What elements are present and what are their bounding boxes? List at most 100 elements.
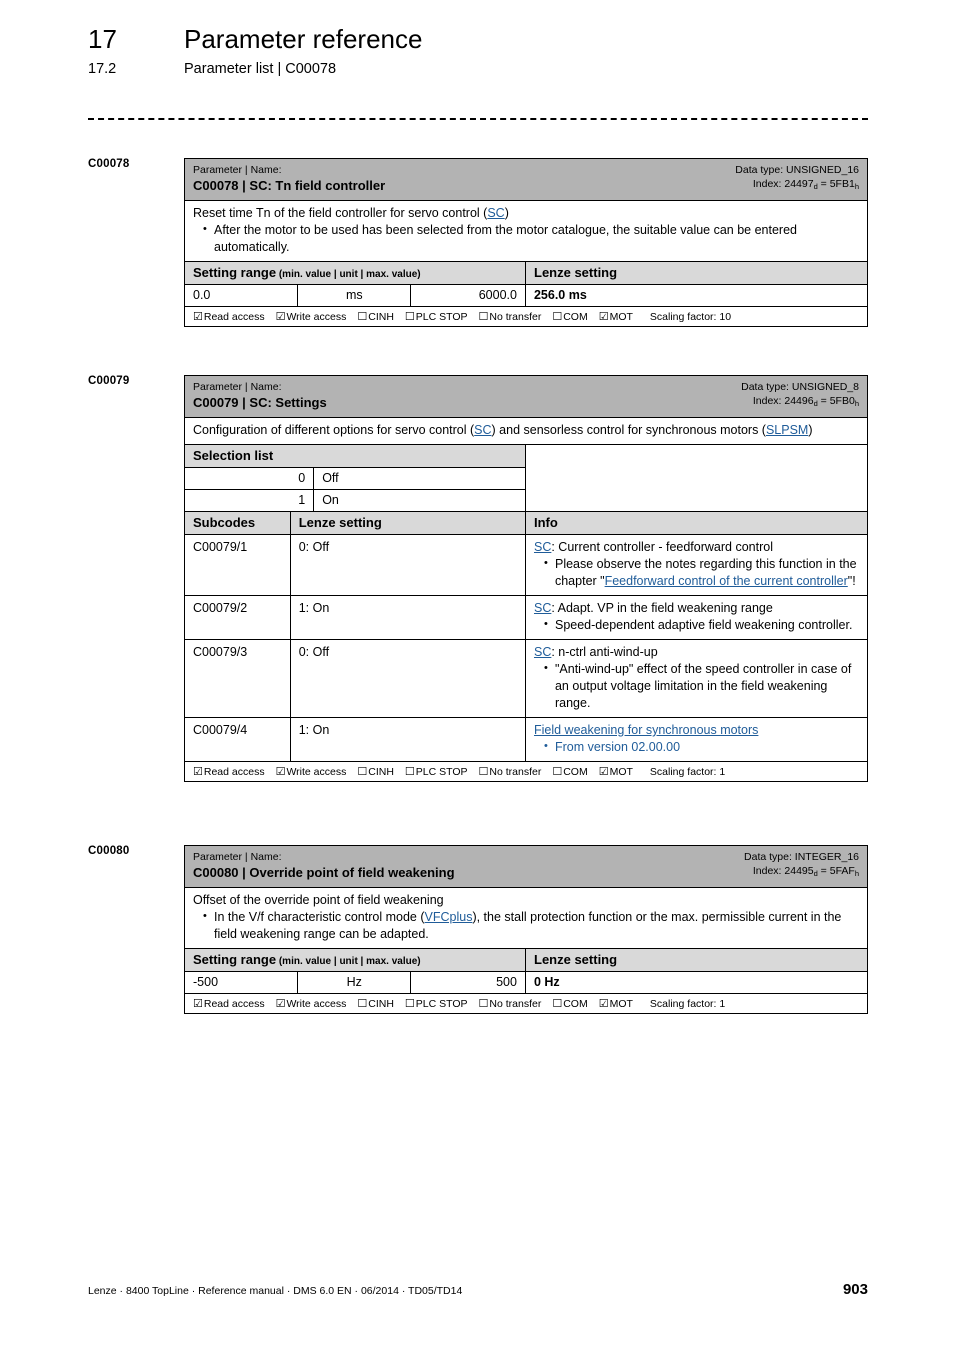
- info-bullet-list: From version 02.00.00: [534, 738, 859, 756]
- link-field-weakening-synchronous-motors[interactable]: Field weakening for synchronous motors: [534, 723, 758, 737]
- flag-no-transfer-label: No transfer: [489, 311, 542, 323]
- selection-text: Off: [322, 471, 339, 485]
- flag-write-label: Write access: [286, 311, 347, 323]
- selection-code: 1: [185, 490, 315, 511]
- checkbox-com-icon: ☐: [552, 997, 563, 1010]
- selection-list-section: Selection list 0 Off 1 On: [185, 445, 867, 512]
- info-lead: SC: n-ctrl anti-wind-up: [534, 644, 859, 661]
- footer-manual-reference: Lenze · 8400 TopLine · Reference manual …: [88, 1285, 463, 1297]
- description-lead: Offset of the override point of field we…: [193, 893, 444, 907]
- subcode-id: C00079/3: [185, 640, 291, 717]
- info-lead: SC: Current controller - feedforward con…: [534, 539, 859, 556]
- subcode-id: C00079/4: [185, 718, 291, 761]
- page-footer: Lenze · 8400 TopLine · Reference manual …: [88, 1281, 868, 1298]
- flag-read-label: Read access: [203, 998, 265, 1010]
- setting-range-header-row: Setting range (min. value | unit | max. …: [185, 949, 867, 972]
- info-lead-text: : Adapt. VP in the field weakening range: [551, 601, 773, 615]
- subcodes-column-header: Subcodes: [185, 512, 291, 534]
- checkbox-plc-stop-icon: ☐: [404, 310, 415, 323]
- subcode-info: Field weakening for synchronous motors F…: [526, 718, 867, 761]
- parameter-description: Configuration of different options for s…: [185, 418, 867, 445]
- info-bullet: Speed-dependent adaptive field weakening…: [543, 616, 859, 634]
- link-sc[interactable]: SC: [534, 645, 551, 659]
- index-decimal-subscript: d: [813, 399, 818, 408]
- link-sc[interactable]: SC: [534, 601, 551, 615]
- selection-list-item[interactable]: 1 On: [185, 490, 525, 511]
- subcode-info: SC: Current controller - feedforward con…: [526, 535, 867, 595]
- section-number: 17.2: [88, 61, 117, 77]
- description-lead-tail: ): [504, 206, 509, 220]
- link-sc[interactable]: SC: [474, 423, 491, 437]
- header-dashed-rule: [88, 118, 868, 120]
- lenze-setting-column-header: Lenze setting: [291, 512, 526, 534]
- parameter-name-kicker: Parameter | Name:: [193, 851, 282, 863]
- flag-cinh-label: CINH: [368, 311, 394, 323]
- flag-cinh-label: CINH: [368, 766, 394, 778]
- selection-list-empty-pane: [526, 445, 867, 511]
- parameter-margin-label: C00079: [88, 375, 130, 387]
- selection-code: 0: [185, 468, 315, 489]
- flag-mot: ☑MOT: [599, 310, 633, 323]
- checkbox-no-transfer-icon: ☐: [478, 310, 489, 323]
- subcode-id: C00079/1: [185, 535, 291, 595]
- checkbox-mot-icon: ☑: [598, 310, 609, 323]
- flag-no-transfer-label: No transfer: [489, 766, 542, 778]
- setting-range-header: Setting range (min. value | unit | max. …: [185, 262, 526, 284]
- link-slpsm[interactable]: SLPSM: [766, 423, 808, 437]
- flag-plc-stop: ☐PLC STOP: [405, 997, 468, 1010]
- info-bullet: Please observe the notes regarding this …: [543, 555, 859, 590]
- flag-plc-stop-label: PLC STOP: [415, 311, 468, 323]
- index-hex-subscript: h: [854, 869, 859, 878]
- info-lead: SC: Adapt. VP in the field weakening ran…: [534, 600, 859, 617]
- checkbox-mot-icon: ☑: [598, 997, 609, 1010]
- index-decimal-prefix: Index: 24497: [752, 178, 814, 190]
- parameter-margin-label: C00078: [88, 158, 130, 170]
- flag-mot-label: MOT: [609, 311, 633, 323]
- selection-list-item[interactable]: 0 Off: [185, 468, 525, 490]
- setting-range-header-row: Setting range (min. value | unit | max. …: [185, 262, 867, 285]
- flag-write-access: ☑Write access: [276, 765, 347, 778]
- parameter-table-header: Parameter | Name: C00080 | Override poin…: [185, 846, 867, 888]
- scaling-factor: Scaling factor: 10: [649, 310, 732, 323]
- parameter-description: Offset of the override point of field we…: [185, 888, 867, 949]
- link-sc[interactable]: SC: [534, 540, 551, 554]
- parameter-data-type: Data type: UNSIGNED_16: [735, 164, 859, 176]
- setting-range-label: Setting range: [193, 265, 277, 280]
- checkbox-cinh-icon: ☐: [357, 997, 368, 1010]
- flag-plc-stop: ☐PLC STOP: [405, 310, 468, 323]
- subcodes-table-header: Subcodes Lenze setting Info: [185, 512, 867, 535]
- flag-read-access: ☑Read access: [193, 310, 265, 323]
- flag-cinh-label: CINH: [368, 998, 394, 1010]
- index-hex-value: = 5FAF: [817, 865, 855, 877]
- flag-read-access: ☑Read access: [193, 997, 265, 1010]
- document-page: 17 Parameter reference 17.2 Parameter li…: [0, 0, 954, 1350]
- description-lead-text: Configuration of different options for s…: [193, 423, 475, 437]
- lenze-setting-header: Lenze setting: [534, 265, 618, 280]
- flag-cinh: ☐CINH: [357, 997, 394, 1010]
- link-sc[interactable]: SC: [487, 206, 504, 220]
- chapter-number: 17: [88, 24, 117, 54]
- flag-write-access: ☑Write access: [276, 310, 347, 323]
- flag-mot: ☑MOT: [599, 997, 633, 1010]
- flag-no-transfer: ☐No transfer: [479, 310, 542, 323]
- flag-no-transfer-label: No transfer: [489, 998, 542, 1010]
- link-feedforward-control[interactable]: Feedforward control of the current contr…: [605, 574, 848, 588]
- setting-range-max: 500: [411, 972, 526, 993]
- flag-com: ☐COM: [552, 997, 587, 1010]
- section-title: Parameter list | C00078: [184, 61, 337, 77]
- flag-cinh: ☐CINH: [357, 310, 394, 323]
- index-decimal-prefix: Index: 24495: [752, 865, 814, 877]
- index-hex-value: = 5FB1: [817, 178, 855, 190]
- link-vfcplus[interactable]: VFCplus: [425, 910, 473, 924]
- description-lead-tail: ): [808, 423, 813, 437]
- subcode-info: SC: n-ctrl anti-wind-up "Anti-wind-up" e…: [526, 640, 867, 717]
- flag-cinh: ☐CINH: [357, 765, 394, 778]
- flag-mot: ☑MOT: [599, 765, 633, 778]
- info-column-header: Info: [533, 515, 558, 530]
- info-bullet-list: Speed-dependent adaptive field weakening…: [534, 616, 859, 634]
- description-bullet-pre: In the V/f characteristic control mode (: [214, 910, 425, 924]
- flag-mot-label: MOT: [609, 766, 633, 778]
- setting-range-values-row: -500 Hz 500 0 Hz: [185, 972, 867, 994]
- chapter-title: Parameter reference: [184, 24, 423, 54]
- flag-com: ☐COM: [552, 765, 587, 778]
